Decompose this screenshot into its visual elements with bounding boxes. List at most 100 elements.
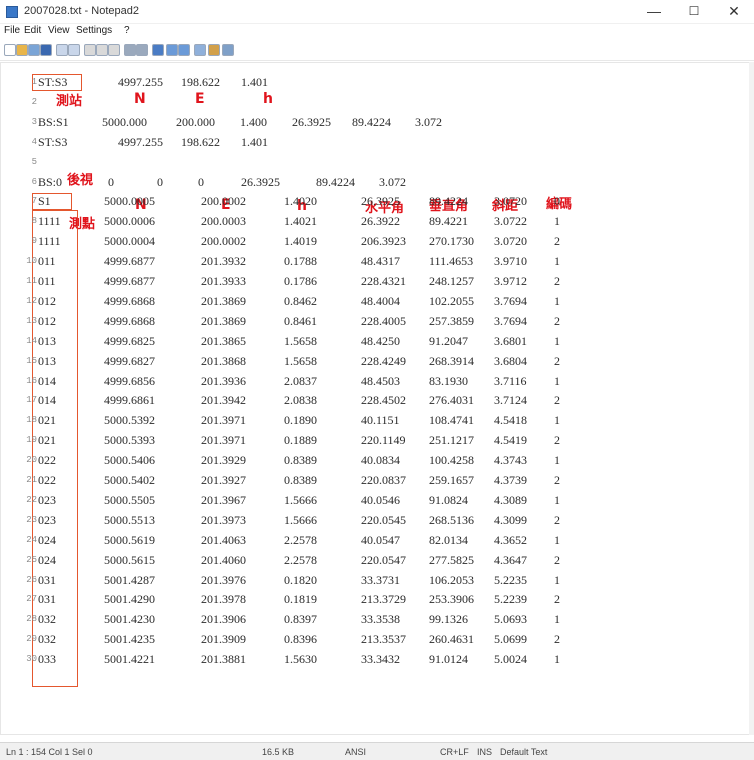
cell-height: 1.401 [241, 134, 268, 149]
cell-vertical-angle: 111.4653 [429, 254, 474, 269]
cell-point-id: 021 [38, 413, 56, 428]
line-number: 1 [31, 77, 37, 87]
scheme-icon[interactable] [194, 44, 206, 56]
cell-slope-distance: 5.0699 [494, 632, 527, 647]
paste-icon[interactable] [108, 44, 120, 56]
cell-slope-distance: 3.9712 [494, 274, 527, 288]
cell-horizontal-angle: 228.4321 [361, 274, 406, 288]
settings-icon[interactable] [208, 44, 220, 56]
cell-northing: 4999.6877 [104, 274, 155, 288]
cell-point-id: BS:S1 [38, 114, 69, 129]
save-icon[interactable] [40, 44, 52, 56]
browse-icon[interactable] [28, 44, 40, 56]
status-line-ending[interactable]: CR+LF [440, 747, 469, 757]
replace-icon[interactable] [136, 44, 148, 56]
cell-horizontal-angle: 40.0834 [361, 453, 400, 468]
cell-height: 2.2578 [284, 552, 317, 567]
cell-code: 2 [554, 234, 560, 249]
cell-easting: 201.4063 [201, 532, 246, 547]
cell-slope-distance: 5.0024 [494, 652, 527, 667]
cell-horizontal-angle: 220.0837 [361, 473, 406, 487]
cell-height: 1.5630 [284, 652, 317, 667]
cell-point-id: ST:S3 [38, 134, 68, 149]
maximize-button[interactable]: ☐ [674, 0, 714, 24]
cell-code: 1 [554, 254, 560, 269]
cell-vertical-angle: 83.1930 [429, 373, 468, 388]
cell-vertical-angle: 99.1326 [429, 612, 468, 627]
cell-northing: 5000.5393 [104, 433, 155, 448]
cell-slope-distance: 4.3743 [494, 453, 527, 468]
cell-horizontal-angle: 213.3729 [361, 592, 406, 607]
cell-code: 1 [554, 652, 560, 667]
word-wrap-icon[interactable] [152, 44, 164, 56]
cell-horizontal-angle: 26.3925 [241, 174, 280, 189]
notepad2-app-icon [6, 6, 18, 18]
line-number: 3 [31, 116, 37, 127]
cell-slope-distance: 3.0722 [494, 214, 527, 229]
cell-northing: 5000.0005 [104, 194, 155, 209]
exit-icon[interactable] [222, 44, 234, 56]
menu-help[interactable]: ? [124, 25, 130, 36]
cell-northing: 4999.6868 [104, 293, 155, 308]
open-folder-icon[interactable] [16, 44, 28, 56]
cell-slope-distance: 3.0720 [494, 234, 527, 249]
text-editor[interactable]: 測站 N E h 後視 N E h 水平角 垂直角 斜距 編碼 測點 1 ST:S… [0, 62, 750, 735]
cell-code: 1 [554, 612, 560, 627]
cell-point-id: BS:0 [38, 174, 63, 189]
new-file-icon[interactable] [4, 44, 16, 56]
cell-vertical-angle: 270.1730 [429, 234, 474, 249]
cell-horizontal-angle: 40.1151 [361, 413, 400, 428]
zoom-out-icon[interactable] [178, 44, 190, 56]
menu-edit[interactable]: Edit [24, 25, 41, 36]
cell-easting: 201.3865 [201, 333, 246, 348]
line-number: 16 [26, 375, 37, 386]
cell-point-id: 033 [38, 652, 56, 667]
minimize-button[interactable]: — [634, 0, 674, 24]
cell-height: 0.1890 [284, 413, 317, 428]
line-number: 11 [26, 276, 37, 286]
cell-height: 0 [198, 174, 204, 189]
find-icon[interactable] [124, 44, 136, 56]
cell-vertical-angle: 91.0124 [429, 652, 468, 667]
cell-height: 0.8389 [284, 473, 317, 487]
cell-vertical-angle: 102.2055 [429, 293, 474, 308]
line-number: 29 [26, 634, 37, 645]
status-encoding[interactable]: ANSI [345, 747, 366, 757]
cell-height: 0.1820 [284, 572, 317, 587]
cell-height: 1.5658 [284, 333, 317, 348]
cell-point-id: S1 [38, 194, 51, 209]
cell-easting: 0 [157, 174, 163, 189]
zoom-in-icon[interactable] [166, 44, 178, 56]
cell-horizontal-angle: 40.0547 [361, 532, 400, 547]
cell-height: 1.400 [240, 114, 267, 129]
cell-easting: 201.3909 [201, 632, 246, 647]
status-scheme[interactable]: Default Text [500, 747, 547, 757]
cell-vertical-angle: 268.3914 [429, 353, 474, 368]
cut-icon[interactable] [84, 44, 96, 56]
undo-icon[interactable] [56, 44, 68, 56]
cell-height: 0.1788 [284, 254, 317, 269]
cell-horizontal-angle: 228.4249 [361, 353, 406, 368]
cell-easting: 201.3978 [201, 592, 246, 607]
cell-height: 0.8461 [284, 313, 317, 328]
menu-file[interactable]: File [4, 25, 20, 36]
cell-slope-distance: 3.0720 [494, 194, 527, 209]
status-insert-mode[interactable]: INS [477, 747, 492, 757]
cell-slope-distance: 3.7694 [494, 293, 527, 308]
redo-icon[interactable] [68, 44, 80, 56]
cell-easting: 201.3906 [201, 612, 246, 627]
cell-horizontal-angle: 48.4317 [361, 254, 400, 269]
cell-code: 2 [554, 433, 560, 448]
menu-view[interactable]: View [48, 25, 70, 36]
vertical-scrollbar[interactable] [749, 62, 754, 735]
cell-code: 2 [554, 512, 560, 527]
line-number: 4 [31, 136, 37, 147]
close-button[interactable]: ✕ [714, 0, 754, 24]
cell-horizontal-angle: 33.3538 [361, 612, 400, 627]
copy-icon[interactable] [96, 44, 108, 56]
cell-northing: 5000.000 [102, 114, 147, 129]
cell-easting: 201.3936 [201, 373, 246, 388]
cell-horizontal-angle: 26.3922 [361, 214, 400, 229]
cell-horizontal-angle: 33.3432 [361, 652, 400, 667]
menu-settings[interactable]: Settings [76, 25, 112, 36]
